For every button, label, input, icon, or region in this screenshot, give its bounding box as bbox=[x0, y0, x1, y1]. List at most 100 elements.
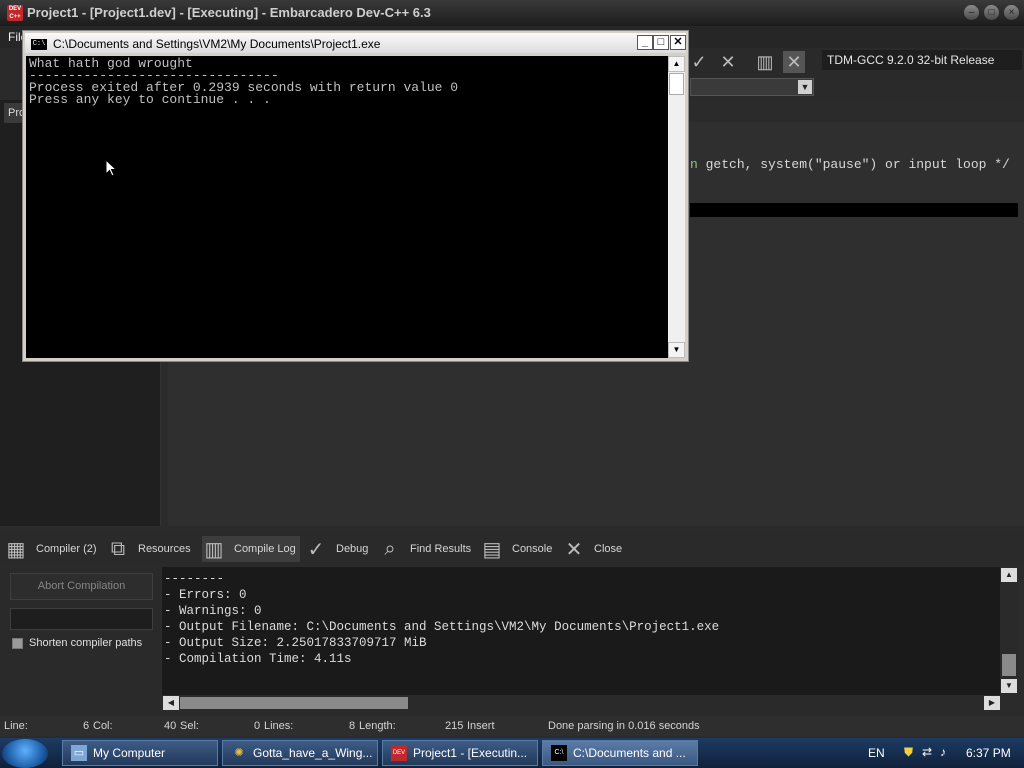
check-icon: ✓ bbox=[307, 538, 325, 561]
scroll-down-icon[interactable]: ▼ bbox=[668, 342, 685, 358]
language-indicator[interactable]: EN bbox=[868, 746, 885, 760]
chart-icon[interactable]: ▥ bbox=[754, 51, 776, 73]
minimize-button[interactable]: – bbox=[964, 5, 979, 20]
chart-icon: ▥ bbox=[204, 538, 224, 561]
compiler-select[interactable]: TDM-GCC 9.2.0 32-bit Release bbox=[822, 50, 1022, 70]
log-line: - Errors: 0 bbox=[164, 588, 247, 602]
taskbar-item-console[interactable]: C:\ C:\Documents and ... bbox=[542, 740, 698, 766]
console-window[interactable]: C:\ C:\Documents and Settings\VM2\My Doc… bbox=[22, 30, 689, 362]
tab-compile-log[interactable]: ▥ Compile Log bbox=[202, 536, 300, 562]
log-vertical-thumb[interactable] bbox=[1002, 654, 1016, 676]
grid-icon: ▦ bbox=[6, 538, 26, 561]
scroll-left-icon[interactable]: ◀ bbox=[163, 696, 179, 710]
log-line: - Output Size: 2.25017833709717 MiB bbox=[164, 636, 427, 650]
start-button[interactable] bbox=[2, 739, 48, 768]
taskbar-item-label: Gotta_have_a_Wing... bbox=[253, 746, 373, 760]
taskbar-item-label: My Computer bbox=[93, 746, 166, 760]
console-minimize-button[interactable]: _ bbox=[637, 35, 653, 50]
tab-find-results[interactable]: ⌕ Find Results bbox=[378, 536, 476, 562]
status-length-label: Length: bbox=[359, 720, 396, 732]
current-line-highlight bbox=[690, 203, 1018, 217]
status-col-value: 40 bbox=[164, 720, 177, 732]
resources-icon: ⧉ bbox=[110, 537, 126, 560]
taskbar-item-label: C:\Documents and ... bbox=[573, 746, 686, 760]
tab-console[interactable]: ▤ Console bbox=[480, 536, 558, 562]
chevron-down-icon[interactable]: ▼ bbox=[798, 80, 812, 94]
shield-icon[interactable]: ⛊ bbox=[904, 745, 913, 760]
console-scrollbar[interactable]: ▲ ▼ bbox=[668, 56, 685, 358]
tab-label: Find Results bbox=[410, 543, 472, 555]
status-line-label: Line: bbox=[4, 720, 28, 732]
maximize-button[interactable]: □ bbox=[984, 5, 999, 20]
compile-progress-bar bbox=[10, 608, 153, 630]
close-icon[interactable]: ✕ bbox=[717, 51, 739, 73]
status-mode: Insert bbox=[467, 720, 495, 732]
log-line: - Warnings: 0 bbox=[164, 604, 262, 618]
tab-label: Compiler (2) bbox=[36, 543, 97, 555]
window-title: Project1 - [Project1.dev] - [Executing] … bbox=[27, 5, 431, 20]
tab-resources[interactable]: ⧉ Resources bbox=[106, 536, 198, 562]
tab-label: Close bbox=[594, 543, 623, 555]
log-line: - Compilation Time: 4.11s bbox=[164, 652, 352, 666]
console-icon: C:\ bbox=[31, 39, 47, 50]
log-line: -------- bbox=[164, 572, 225, 586]
console-scroll-thumb[interactable] bbox=[669, 73, 684, 95]
tab-close[interactable]: ✕ Close bbox=[562, 536, 628, 562]
clock[interactable]: 6:37 PM bbox=[966, 746, 1011, 760]
tab-label: Debug bbox=[336, 543, 369, 555]
console-output-area[interactable]: What hath god wrought ------------------… bbox=[26, 56, 668, 358]
console-close-button[interactable]: ✕ bbox=[670, 35, 686, 50]
function-dropdown[interactable]: ▼ bbox=[690, 78, 814, 96]
devcpp-icon: DEV bbox=[391, 745, 407, 761]
status-lines-value: 8 bbox=[349, 720, 356, 732]
system-tray: EN ⛊ ⇄ ♪ 6:37 PM bbox=[860, 740, 1024, 768]
status-sel-value: 0 bbox=[254, 720, 261, 732]
taskbar-item-gotta-have[interactable]: ✺ Gotta_have_a_Wing... bbox=[222, 740, 378, 766]
scroll-up-icon[interactable]: ▲ bbox=[1001, 568, 1017, 582]
mouse-cursor-icon bbox=[105, 159, 117, 177]
status-bar bbox=[0, 716, 1024, 736]
scroll-up-icon[interactable]: ▲ bbox=[668, 56, 685, 72]
clear-icon[interactable]: ✕ bbox=[783, 51, 805, 73]
shorten-paths-checkbox[interactable] bbox=[12, 638, 23, 649]
console-output: What hath god wrought ------------------… bbox=[29, 56, 459, 107]
log-line: - Output Filename: C:\Documents and Sett… bbox=[164, 620, 720, 634]
console-icon: C:\ bbox=[551, 745, 567, 761]
devcpp-icon: DEV C++ bbox=[7, 5, 23, 21]
console-maximize-button[interactable]: □ bbox=[653, 35, 669, 50]
console-titlebar[interactable]: C:\ C:\Documents and Settings\VM2\My Doc… bbox=[25, 33, 686, 53]
status-col-label: Col: bbox=[93, 720, 113, 732]
status-message: Done parsing in 0.016 seconds bbox=[548, 720, 700, 732]
scroll-down-icon[interactable]: ▼ bbox=[1001, 679, 1017, 693]
computer-icon: ▭ bbox=[71, 745, 87, 761]
tab-compiler[interactable]: ▦ Compiler (2) bbox=[4, 536, 102, 562]
find-icon: ⌕ bbox=[384, 537, 396, 560]
status-sel-label: Sel: bbox=[180, 720, 199, 732]
status-length-value: 215 bbox=[445, 720, 464, 732]
abort-compilation-button[interactable]: Abort Compilation bbox=[10, 573, 153, 600]
log-horizontal-thumb[interactable] bbox=[180, 697, 408, 709]
taskbar-item-my-computer[interactable]: ▭ My Computer bbox=[62, 740, 218, 766]
network-icon[interactable]: ⇄ bbox=[922, 745, 932, 759]
compile-log-text: -------- - Errors: 0 - Warnings: 0 - Out… bbox=[164, 571, 719, 667]
scroll-right-icon[interactable]: ▶ bbox=[984, 696, 1000, 710]
code-comment-prefix: n bbox=[690, 157, 706, 172]
status-line-value: 6 bbox=[83, 720, 90, 732]
close-button[interactable]: × bbox=[1004, 5, 1019, 20]
tab-label: Console bbox=[512, 543, 553, 555]
code-comment-line: n getch, system("pause") or input loop *… bbox=[690, 157, 1010, 172]
status-lines-label: Lines: bbox=[264, 720, 294, 732]
tab-debug[interactable]: ✓ Debug bbox=[304, 536, 376, 562]
taskbar-item-project1[interactable]: DEV Project1 - [Executin... bbox=[382, 740, 538, 766]
volume-icon[interactable]: ♪ bbox=[940, 745, 946, 759]
close-icon: ✕ bbox=[565, 538, 583, 561]
console-title: C:\Documents and Settings\VM2\My Documen… bbox=[53, 37, 381, 51]
check-icon[interactable]: ✓ bbox=[688, 51, 710, 73]
bee-icon: ✺ bbox=[234, 747, 244, 759]
tab-label: Resources bbox=[138, 543, 191, 555]
taskbar-item-label: Project1 - [Executin... bbox=[413, 746, 528, 760]
code-comment-call: getch, system("pause") or input loop */ bbox=[705, 157, 1010, 172]
console-icon: ▤ bbox=[482, 538, 502, 561]
shorten-paths-label: Shorten compiler paths bbox=[29, 637, 143, 649]
tab-label: Compile Log bbox=[234, 543, 296, 555]
